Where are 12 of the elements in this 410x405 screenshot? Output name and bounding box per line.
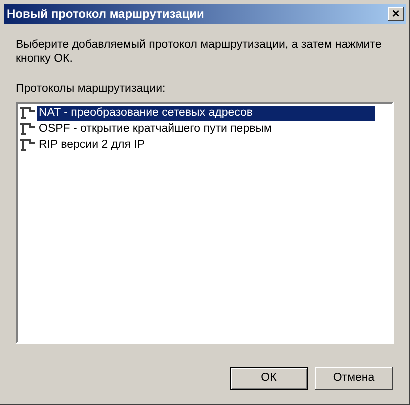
list-item[interactable]: RIP версии 2 для IP [37,138,146,153]
list-label: Протоколы маршрутизации: [16,82,167,97]
network-icon [19,138,35,152]
instruction-text: Выберите добавляемый протокол маршрутизации, а затем нажмите кнопку ОК. [16,38,383,66]
list-item[interactable]: OSPF - открытие кратчайшего пути первым [37,122,272,137]
network-icon [19,122,35,136]
window-title: Новый протокол маршрутизации [6,6,204,23]
close-button[interactable]: × [388,7,404,21]
dialog-button[interactable]: ОК [230,367,308,390]
dialog-button[interactable]: Отмена [315,367,393,390]
network-icon [19,106,35,120]
list-item[interactable]: NAT - преобразование сетевых адресов [37,106,375,121]
